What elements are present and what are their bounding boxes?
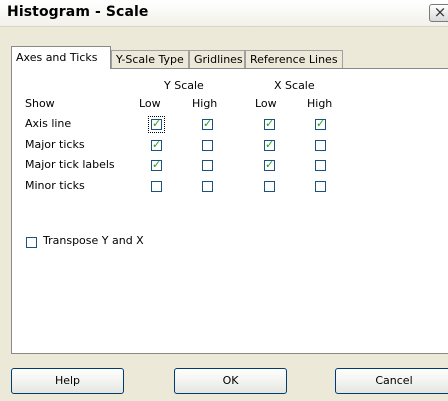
- x-scale-header: X Scale: [274, 79, 315, 92]
- option-label: Major tick labels: [25, 158, 115, 171]
- y-high-checkbox[interactable]: [202, 160, 213, 171]
- y-low-checkbox[interactable]: ✓: [151, 138, 162, 151]
- tab-gridlines[interactable]: Gridlines: [189, 50, 245, 68]
- tab-panel: Y Scale X Scale Show Low High Low High A…: [11, 68, 448, 354]
- y-high-checkbox[interactable]: [202, 181, 213, 192]
- x-low-checkbox[interactable]: ✓: [264, 117, 275, 130]
- y-low-header: Low: [139, 97, 161, 110]
- x-high-checkbox[interactable]: [315, 140, 326, 151]
- y-high-header: High: [192, 97, 218, 110]
- option-label: Minor ticks: [25, 179, 85, 192]
- x-low-checkbox[interactable]: [264, 181, 275, 192]
- check-icon: ✓: [265, 158, 275, 171]
- y-scale-header: Y Scale: [164, 79, 204, 92]
- transpose-checkbox[interactable]: [26, 237, 37, 248]
- tab-label: Y-Scale Type: [116, 53, 184, 66]
- x-low-checkbox[interactable]: ✓: [264, 158, 275, 171]
- tab-label: Axes and Ticks: [16, 51, 98, 64]
- ok-button[interactable]: OK: [174, 368, 287, 394]
- x-low-header: Low: [255, 97, 277, 110]
- transpose-label: Transpose Y and X: [43, 234, 144, 247]
- check-icon: ✓: [152, 138, 162, 151]
- check-icon: ✓: [152, 158, 162, 171]
- x-high-checkbox[interactable]: [315, 160, 326, 171]
- y-low-checkbox[interactable]: [151, 181, 162, 192]
- tab-label: Reference Lines: [250, 53, 338, 66]
- window-title: Histogram - Scale: [7, 4, 149, 20]
- cancel-button[interactable]: Cancel: [335, 368, 448, 394]
- y-low-checkbox[interactable]: ✓: [148, 116, 165, 133]
- y-high-checkbox[interactable]: ✓: [202, 117, 213, 130]
- y-low-checkbox[interactable]: ✓: [151, 158, 162, 171]
- histogram-scale-dialog: Histogram - Scale × Axes and Ticks Y-Sca…: [0, 0, 448, 401]
- x-low-checkbox[interactable]: ✓: [264, 138, 275, 151]
- x-high-header: High: [307, 97, 333, 110]
- check-icon: ✓: [316, 117, 326, 130]
- option-label: Axis line: [25, 117, 72, 130]
- title-bar: Histogram - Scale ×: [0, 0, 448, 27]
- show-header: Show: [25, 97, 55, 110]
- option-label: Major ticks: [25, 138, 85, 151]
- tab-label: Gridlines: [194, 53, 243, 66]
- tab-reference-lines[interactable]: Reference Lines: [245, 50, 343, 68]
- close-icon[interactable]: ×: [429, 4, 448, 22]
- y-high-checkbox[interactable]: [202, 140, 213, 151]
- tab-axes-and-ticks[interactable]: Axes and Ticks: [11, 46, 111, 69]
- check-icon: ✓: [152, 117, 162, 130]
- x-high-checkbox[interactable]: ✓: [315, 117, 326, 130]
- check-icon: ✓: [203, 117, 213, 130]
- x-high-checkbox[interactable]: [315, 181, 326, 192]
- tab-y-scale-type[interactable]: Y-Scale Type: [111, 50, 189, 68]
- check-icon: ✓: [265, 138, 275, 151]
- check-icon: ✓: [265, 117, 275, 130]
- help-button[interactable]: Help: [11, 368, 124, 394]
